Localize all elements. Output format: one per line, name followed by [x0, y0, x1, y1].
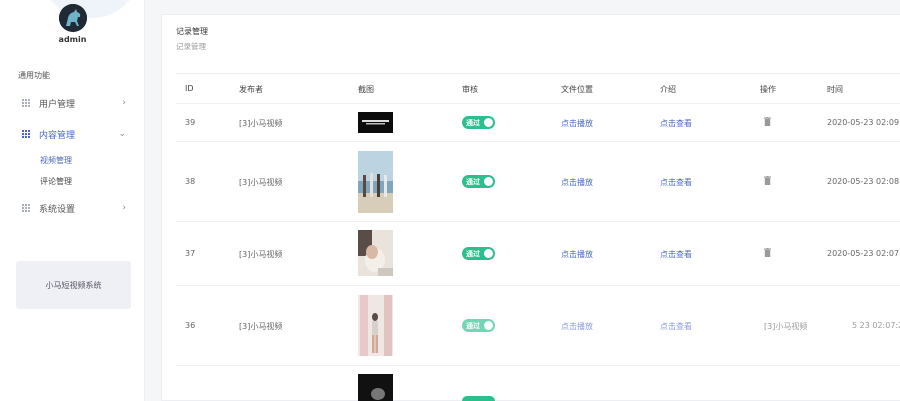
view-intro-link[interactable]: 点击查看 [660, 249, 692, 260]
column-header-file: 文件位置 [561, 85, 593, 94]
column-header-intro: 介绍 [660, 85, 676, 94]
cell-id: 38 [185, 177, 196, 186]
menu-item-label: 系统设置 [39, 204, 76, 215]
sidebar: admin 通用功能 用户管理 › 内容管理 ⌄ 视频管理 评论管理 系统设置 … [0, 0, 145, 401]
thumbnail-image [358, 295, 393, 356]
row-divider [176, 221, 900, 222]
column-header-publisher: 发布者 [239, 85, 263, 94]
audit-toggle[interactable] [462, 396, 495, 401]
video-thumbnail[interactable] [358, 151, 393, 213]
menu-item-user-management[interactable]: 用户管理 › [22, 95, 132, 111]
submenu-item-video-management[interactable]: 视频管理 [40, 155, 72, 166]
table-top-line [176, 73, 900, 74]
thumbnail-image [362, 120, 389, 125]
cell-time: 2020-05-23 02:07:5 [827, 249, 900, 258]
toggle-label: 通过 [466, 322, 480, 330]
logo-background [40, 0, 140, 18]
submenu-item-comment-management[interactable]: 评论管理 [40, 176, 72, 187]
cell-operation-text: [3]小马视频 [764, 322, 808, 331]
thumbnail-image [358, 374, 393, 401]
toggle-label: 通过 [466, 178, 480, 186]
grid-icon [22, 204, 30, 212]
cell-publisher: [3]小马视频 [239, 178, 283, 187]
play-link[interactable]: 点击播放 [561, 249, 593, 260]
video-thumbnail[interactable] [358, 295, 393, 356]
video-thumbnail[interactable] [358, 374, 393, 401]
page-title: 记录管理 [176, 27, 208, 36]
column-header-actions: 操作 [760, 85, 776, 94]
audit-toggle[interactable]: 通过 [462, 247, 495, 260]
column-header-time: 时间 [827, 85, 843, 94]
admin-username: admin [58, 35, 87, 44]
cell-publisher: [3]小马视频 [239, 119, 283, 128]
chevron-right-icon: › [122, 98, 126, 108]
play-link[interactable]: 点击播放 [561, 118, 593, 129]
view-intro-link[interactable]: 点击查看 [660, 118, 692, 129]
trash-icon[interactable] [764, 176, 771, 185]
chevron-down-icon: ⌄ [118, 129, 126, 139]
breadcrumb: 记录管理 [176, 42, 206, 51]
system-name-box: 小马短视频系统 [16, 261, 131, 309]
play-link[interactable]: 点击播放 [561, 321, 593, 332]
chevron-right-icon: › [122, 203, 126, 213]
system-name: 小马短视频系统 [45, 280, 102, 290]
row-divider [176, 365, 900, 366]
column-header-audit: 审核 [462, 85, 478, 94]
toggle-knob [484, 177, 493, 186]
cell-id: 39 [185, 118, 196, 127]
menu-item-system-settings[interactable]: 系统设置 › [22, 200, 132, 216]
toggle-knob [484, 118, 493, 127]
toggle-knob [484, 249, 493, 258]
thumbnail-image [358, 151, 393, 213]
cell-id: 37 [185, 249, 196, 258]
audit-toggle[interactable]: 通过 [462, 319, 495, 332]
avatar[interactable] [59, 4, 87, 32]
cell-time: 5 23 02:07:2 [852, 321, 900, 330]
menu-item-label: 内容管理 [39, 130, 76, 141]
audit-toggle[interactable]: 通过 [462, 175, 495, 188]
row-divider [176, 141, 900, 142]
trash-icon[interactable] [764, 248, 771, 257]
horse-icon [59, 4, 87, 32]
cell-time: 2020-05-23 02:08:2 [827, 177, 900, 186]
cell-id: 36 [185, 321, 196, 330]
column-header-screenshot: 截图 [358, 85, 374, 94]
view-intro-link[interactable]: 点击查看 [660, 321, 692, 332]
trash-icon[interactable] [764, 117, 771, 126]
cell-publisher: [3]小马视频 [239, 322, 283, 331]
menu-item-label: 用户管理 [39, 99, 76, 110]
grid-icon [22, 99, 30, 107]
audit-toggle[interactable]: 通过 [462, 116, 495, 129]
thumbnail-image [358, 230, 393, 276]
play-link[interactable]: 点击播放 [561, 177, 593, 188]
view-intro-link[interactable]: 点击查看 [660, 177, 692, 188]
table-header-line [176, 103, 900, 104]
cell-publisher: [3]小马视频 [239, 250, 283, 259]
toggle-label: 通过 [466, 119, 480, 127]
column-header-id: ID [185, 84, 194, 93]
row-divider [176, 285, 900, 286]
grid-icon [22, 130, 30, 138]
video-thumbnail[interactable] [358, 230, 393, 276]
menu-item-content-management[interactable]: 内容管理 ⌄ [22, 126, 132, 142]
video-thumbnail[interactable] [358, 112, 393, 133]
section-title: 通用功能 [18, 71, 50, 80]
toggle-knob [484, 321, 493, 330]
toggle-label: 通过 [466, 250, 480, 258]
cell-time: 2020-05-23 02:09:0 [827, 118, 900, 127]
